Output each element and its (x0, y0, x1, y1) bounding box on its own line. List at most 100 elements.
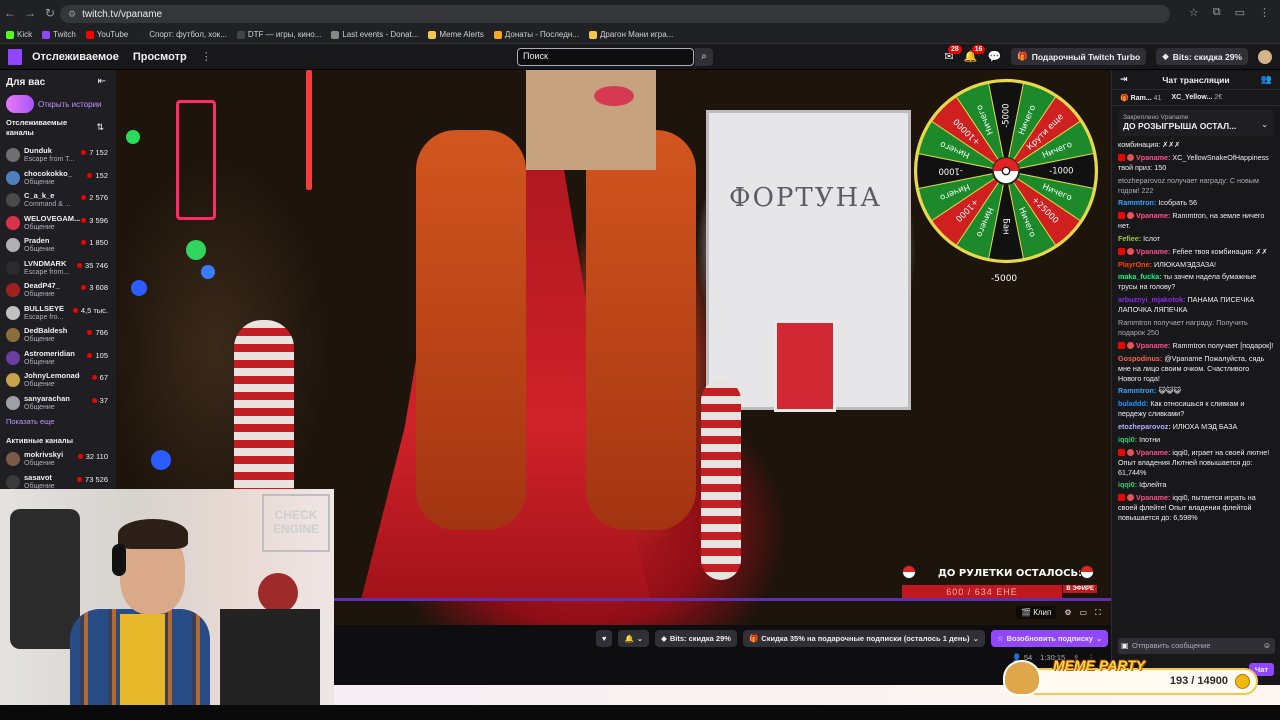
show-more-link[interactable]: Показать еще (6, 417, 54, 426)
user-avatar[interactable] (1258, 49, 1272, 64)
gifter-1[interactable]: 🎁 Ram... 41 (1120, 94, 1161, 102)
chat-username[interactable]: buladdd: (1118, 399, 1148, 408)
striped-sleeve-right (701, 380, 741, 580)
settings-icon[interactable]: ⚙ (1064, 608, 1071, 617)
chat-username[interactable]: Vpaname: (1136, 211, 1170, 220)
sidebar-channel[interactable]: DedBaldesh Общение 766 (0, 324, 116, 347)
channel-viewers: 3 608 (81, 283, 108, 292)
back-icon[interactable]: ← (0, 6, 20, 20)
extensions-icon[interactable]: ⧉ (1213, 6, 1221, 19)
webcam-overlay: CHECK ENGINE (0, 489, 334, 705)
whispers-icon[interactable]: 💬 (987, 50, 1001, 63)
chat-username[interactable]: Vpaname: (1136, 448, 1170, 457)
gift-subs-label: Скидка 35% на подарочные подписки (остал… (761, 634, 970, 643)
clip-label: Клип (1033, 608, 1052, 617)
bookmark-favicon-icon (138, 30, 147, 39)
site-info-icon[interactable]: ⚙ (68, 9, 76, 20)
notification-toggle-button[interactable]: 🔔 ⌄ (618, 630, 650, 647)
sidebar-channel[interactable]: Astromeridian Общение 105 (0, 347, 116, 370)
bookmark-item[interactable]: Донаты - Последн... (493, 30, 579, 39)
bookmark-favicon-icon (6, 30, 14, 39)
points-icon[interactable]: ▣ (1121, 638, 1129, 654)
bookmark-label: Meme Alerts (439, 30, 484, 39)
sidebar-channel[interactable]: WELOVEGAM... Общение 3 596 (0, 212, 116, 235)
theatre-mode-icon[interactable]: ▭ (1080, 608, 1088, 617)
bookmark-item[interactable]: Meme Alerts (428, 30, 484, 39)
gift-subs-button[interactable]: 🎁 Скидка 35% на подарочные подписки (оста… (742, 630, 985, 647)
inbox-icon[interactable]: ✉ 28 (945, 45, 962, 63)
chat-users-icon[interactable]: 👥 (1261, 74, 1272, 85)
chat-username[interactable]: PlayrOne: (1118, 260, 1152, 269)
chat-username[interactable]: Vpaname: (1136, 493, 1170, 502)
fortune-wheel: -5000 НичегоКрути ещеНичего-1000Ничего+25… (913, 78, 1099, 264)
twitch-logo-icon[interactable] (8, 48, 22, 65)
sidebar-channel[interactable]: Praden Общение 1 850 (0, 234, 116, 257)
chevron-down-icon[interactable]: ⌄ (1261, 120, 1268, 129)
nav-following[interactable]: Отслеживаемое (32, 51, 119, 63)
bookmark-item[interactable]: Kick (6, 30, 32, 39)
bookmark-item[interactable]: YouTube (85, 30, 128, 39)
chat-username[interactable]: Rammtron: (1118, 198, 1156, 207)
chat-message: etozheparovoz: ИЛЮХА МЭД БАЗА (1118, 422, 1274, 432)
chat-username[interactable]: Gospodinus: (1118, 354, 1162, 363)
collapse-chat-icon[interactable]: ⇥ (1120, 74, 1128, 85)
chat-username[interactable]: iqqi0: (1118, 480, 1137, 489)
address-bar[interactable]: ⚙ twitch.tv/vpaname (60, 5, 1170, 23)
gifter-2[interactable]: XC_Yellow... 2€ (1171, 94, 1222, 101)
bookmark-item[interactable]: Драгон Мани игра... (588, 30, 673, 39)
chat-username[interactable]: etozheparovoz: (1118, 422, 1171, 431)
bookmark-item[interactable]: Last events - Donat... (331, 30, 418, 39)
channel-name: sasavot (24, 472, 52, 482)
broadcaster-badge-icon (1118, 212, 1125, 220)
chat-message: Vpaname: Fefiee твоя комбинация: ✗✗ (1118, 247, 1274, 257)
chat-text: Rammtron получает награду: Получить пода… (1118, 317, 1248, 337)
clip-icon: 🎬 (1021, 608, 1034, 617)
sidebar-channel[interactable]: C_a_k_e Command & ... 2 576 (0, 189, 116, 212)
emote-icon[interactable]: ☺ (1263, 638, 1271, 654)
collapse-sidebar-icon[interactable]: ⇤ (98, 76, 106, 87)
channel-category: Общение (24, 403, 55, 411)
more-menu-icon[interactable]: ⋮ (201, 50, 212, 63)
bits-button[interactable]: ◆ Bits: скидка 29% (1156, 48, 1248, 65)
sidepanel-icon[interactable]: ▭ (1235, 6, 1245, 19)
sidebar-channel[interactable]: JohnyLemonade Общение 67 (0, 369, 116, 392)
sidebar-channel[interactable]: DeadP47_ Общение 3 608 (0, 279, 116, 302)
chevron-down-icon: ⌄ (972, 634, 979, 643)
sidebar-channel[interactable]: sanyarachan Общение 37 (0, 392, 116, 415)
notifications-icon[interactable]: 🔔 16 (964, 45, 986, 63)
sidebar-channel[interactable]: BULLSEYE Escape fro... 4,5 тыс. (0, 302, 116, 325)
sidebar-channel[interactable]: mokrivskyi Общение 32 110 (0, 448, 116, 471)
resubscribe-button[interactable]: ☆ Возобновить подписку ⌄ (990, 630, 1109, 647)
bits-discount-button[interactable]: ◆ Bits: скидка 29% (655, 630, 737, 647)
sidebar-channel[interactable]: chocokokko_ Общение 152 (0, 167, 116, 190)
sidebar-channel[interactable]: LVNDMARK Escape from... 35 746 (0, 257, 116, 280)
pokeball-badge-icon (1127, 341, 1134, 349)
menu-icon[interactable]: ⋮ (1259, 6, 1270, 19)
bookmark-item[interactable]: Спорт: футбол, хок... (138, 30, 227, 39)
nav-browse[interactable]: Просмотр (133, 51, 187, 63)
gift-turbo-button[interactable]: 🎁 Подарочный Twitch Turbo (1011, 48, 1147, 65)
forward-icon[interactable]: → (20, 6, 40, 20)
chat-username[interactable]: iqqi0: (1118, 435, 1137, 444)
chat-username[interactable]: maka_fucka: (1118, 272, 1162, 281)
chat-username[interactable]: Fefiee: (1118, 234, 1141, 243)
follow-heart-button[interactable]: ♥ (596, 630, 613, 647)
chat-username[interactable]: Rammtron: (1118, 386, 1156, 395)
search-input[interactable]: Поиск (517, 48, 694, 66)
chat-input[interactable]: ▣ Отправить сообщение ☺ (1118, 638, 1275, 654)
bookmark-item[interactable]: DTF — игры, кино... (236, 30, 321, 39)
sort-icon[interactable]: ⇅ (96, 122, 104, 133)
pinned-message[interactable]: Закреплено Vpaname ДО РОЗЫГРЫША ОСТАЛ...… (1118, 110, 1274, 136)
clip-button[interactable]: 🎬 Клип (1016, 606, 1057, 619)
reload-icon[interactable]: ↻ (40, 6, 60, 20)
chat-username[interactable]: arbuznyi_mjakotok: (1118, 295, 1186, 304)
search-icon[interactable]: ⌕ (695, 48, 713, 66)
fullscreen-icon[interactable]: ⛶ (1095, 608, 1101, 618)
bookmark-item[interactable]: Twitch (42, 30, 76, 39)
chat-username[interactable]: Vpaname: (1136, 341, 1170, 350)
chat-username[interactable]: Vpaname: (1136, 247, 1170, 256)
stories-button[interactable]: Открыть истории (6, 95, 102, 113)
chat-username[interactable]: Vpaname: (1136, 153, 1170, 162)
bookmark-star-icon[interactable]: ☆ (1189, 6, 1199, 19)
sidebar-channel[interactable]: Dunduk Escape from T... 7 152 (0, 144, 116, 167)
